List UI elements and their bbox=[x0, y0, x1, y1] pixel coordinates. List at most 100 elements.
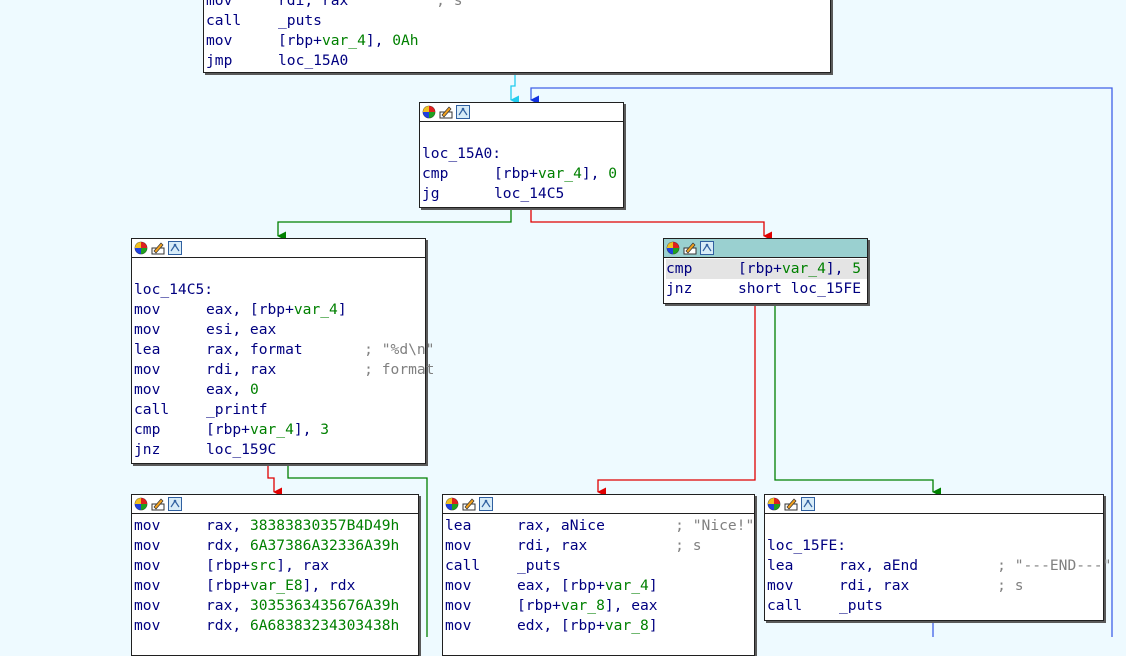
graph-mode-icon[interactable] bbox=[168, 497, 182, 511]
instruction-line[interactable]: mov rdx, 6A68383234303438h bbox=[134, 616, 418, 636]
graph-mode-icon[interactable] bbox=[168, 241, 182, 255]
instruction-line[interactable]: mov eax, [rbp+var_4] bbox=[445, 576, 754, 596]
instruction-line[interactable]: mov [rbp+src], rax bbox=[134, 556, 418, 576]
instruction-line[interactable]: mov [rbp+var_4], 0Ah bbox=[206, 31, 830, 51]
mnemonic: call bbox=[767, 597, 803, 614]
comment: ; format bbox=[364, 361, 435, 378]
code-block-loc-15fe[interactable]: loc_15FE: lea rax, aEnd ; "---END---" mov rd… bbox=[764, 494, 1111, 621]
mnemonic: mov bbox=[134, 617, 161, 634]
instruction-line[interactable]: jg loc_14C5 bbox=[422, 184, 623, 204]
rename-icon[interactable] bbox=[784, 497, 798, 511]
mnemonic: mov bbox=[206, 0, 233, 9]
graph-mode-icon[interactable] bbox=[456, 105, 470, 119]
instruction-line[interactable]: jmp loc_15A0 bbox=[206, 51, 830, 71]
operand-part: ], rdx bbox=[302, 577, 356, 594]
operand-part: [rbp+ bbox=[206, 421, 250, 438]
block-loc14c5-body: loc_14C5: mov eax, [rbp+var_4] mov esi, eax l… bbox=[132, 258, 434, 460]
operands: _puts bbox=[278, 12, 322, 29]
operands: rdi, rax bbox=[517, 537, 588, 554]
stack-variable: src bbox=[249, 557, 277, 574]
block-nice-body: lea rax, aNice ; "Nice!" mov rdi, rax ; s ca… bbox=[443, 514, 754, 636]
operand-part: ], bbox=[581, 165, 609, 182]
operand-part: ], bbox=[365, 32, 393, 49]
instruction-line[interactable]: mov rdi, rax ; format bbox=[134, 360, 434, 380]
immediate-value: 3 bbox=[320, 421, 330, 438]
comment: ; s bbox=[436, 0, 463, 9]
instruction-line[interactable]: mov rax, 3035363435676A39h bbox=[134, 596, 418, 616]
instruction-line[interactable]: lea rax, aNice ; "Nice!" bbox=[445, 516, 754, 536]
edge-jnz-fallthrough bbox=[267, 464, 283, 497]
code-block-loc-15a0[interactable]: loc_15A0: cmp [rbp+var_4], 0 jg loc_14C5 bbox=[419, 102, 624, 208]
instruction-line[interactable]: lea rax, format ; "%d\n" bbox=[134, 340, 434, 360]
instruction-line[interactable]: mov esi, eax bbox=[134, 320, 425, 340]
instruction-line[interactable]: mov rdi, rax ; s bbox=[767, 576, 1103, 596]
code-block-top[interactable]: mov rdi, rax ; s call _puts mov [rbp+var_4], … bbox=[203, 0, 831, 73]
code-label[interactable]: loc_15FE: bbox=[767, 536, 1103, 556]
mnemonic: jmp bbox=[206, 52, 233, 69]
instruction-line[interactable]: mov rax, 38383830357B4D49h bbox=[134, 516, 418, 536]
instruction-line[interactable]: mov eax, [rbp+var_4] bbox=[134, 300, 425, 320]
instruction-line[interactable]: call _puts bbox=[445, 556, 754, 576]
rename-icon[interactable] bbox=[462, 497, 476, 511]
color-palette-icon[interactable] bbox=[134, 241, 148, 255]
instruction-line[interactable]: mov eax, 0 bbox=[134, 380, 425, 400]
operands: rdi, rax bbox=[278, 0, 349, 9]
operand-part: [rbp+ bbox=[206, 557, 250, 574]
graph-mode-icon[interactable] bbox=[700, 241, 714, 255]
instruction-line[interactable]: mov edx, [rbp+var_8] bbox=[445, 616, 754, 636]
instruction-line[interactable]: call _printf bbox=[134, 400, 425, 420]
rename-icon[interactable] bbox=[439, 105, 453, 119]
code-block-loc-14c5[interactable]: loc_14C5: mov eax, [rbp+var_4] mov esi, eax l… bbox=[131, 238, 434, 464]
operands: rax, aNice bbox=[517, 517, 605, 534]
mnemonic: lea bbox=[445, 517, 472, 534]
instruction-line[interactable]: mov rdi, rax ; s bbox=[206, 0, 830, 11]
operand-part: [rbp+ bbox=[278, 32, 322, 49]
operand-part: ], bbox=[293, 421, 321, 438]
block-cmp5-body: cmp [rbp+var_4], 5 jnz short loc_15FE bbox=[664, 258, 867, 299]
color-palette-icon[interactable] bbox=[134, 497, 148, 511]
instruction-line[interactable]: mov rdx, 6A37386A32336A39h bbox=[134, 536, 418, 556]
instruction-line[interactable]: cmp [rbp+var_4], 3 bbox=[134, 420, 425, 440]
instruction-line[interactable]: cmp [rbp+var_4], 5 bbox=[666, 259, 867, 279]
color-palette-icon[interactable] bbox=[666, 241, 680, 255]
graph-mode-icon[interactable] bbox=[479, 497, 493, 511]
instruction-line[interactable]: jnz short loc_15FE bbox=[666, 279, 867, 299]
code-label[interactable]: loc_14C5: bbox=[134, 280, 425, 300]
comment: ; "%d\n" bbox=[364, 341, 435, 358]
operand-part: [rbp+ bbox=[517, 597, 561, 614]
block-loc15fe-body: loc_15FE: lea rax, aEnd ; "---END---" mov rd… bbox=[765, 514, 1111, 616]
mnemonic: mov bbox=[445, 597, 472, 614]
instruction-line[interactable]: cmp [rbp+var_4], 0 bbox=[422, 164, 623, 184]
stack-variable: var_4 bbox=[537, 165, 582, 182]
mnemonic: cmp bbox=[666, 260, 693, 277]
code-label[interactable]: loc_15A0: bbox=[422, 144, 623, 164]
block-strs-body: mov rax, 38383830357B4D49h mov rdx, 6A37386… bbox=[132, 514, 418, 636]
rename-icon[interactable] bbox=[151, 241, 165, 255]
code-block-cmp-5[interactable]: cmp [rbp+var_4], 5 jnz short loc_15FE bbox=[663, 238, 868, 304]
immediate-value: 0Ah bbox=[392, 32, 419, 49]
code-block-nice[interactable]: lea rax, aNice ; "Nice!" mov rdi, rax ; s ca… bbox=[442, 494, 755, 656]
color-palette-icon[interactable] bbox=[445, 497, 459, 511]
instruction-line[interactable]: mov [rbp+var_8], eax bbox=[445, 596, 754, 616]
rename-icon[interactable] bbox=[151, 497, 165, 511]
block-header bbox=[132, 239, 425, 258]
code-block-strings[interactable]: mov rax, 38383830357B4D49h mov rdx, 6A37386… bbox=[131, 494, 419, 656]
instruction-line[interactable]: jnz loc_159C bbox=[134, 440, 425, 460]
instruction-line[interactable]: call _puts bbox=[767, 596, 1103, 616]
operand-part: edx, [rbp+ bbox=[517, 617, 605, 634]
graph-mode-icon[interactable] bbox=[801, 497, 815, 511]
instruction-line[interactable]: mov [rbp+var_E8], rdx bbox=[134, 576, 418, 596]
immediate-value: 0 bbox=[608, 165, 618, 182]
color-palette-icon[interactable] bbox=[767, 497, 781, 511]
mnemonic: mov bbox=[134, 301, 161, 318]
operand-part: eax, bbox=[206, 381, 250, 398]
immediate-value: 38383830357B4D49h bbox=[249, 517, 400, 534]
mnemonic: mov bbox=[445, 617, 472, 634]
color-palette-icon[interactable] bbox=[422, 105, 436, 119]
block-header bbox=[420, 103, 623, 122]
instruction-line[interactable]: call _puts bbox=[206, 11, 830, 31]
rename-icon[interactable] bbox=[683, 241, 697, 255]
instruction-line[interactable]: lea rax, aEnd ; "---END---" bbox=[767, 556, 1111, 576]
instruction-line[interactable]: mov rdi, rax ; s bbox=[445, 536, 754, 556]
